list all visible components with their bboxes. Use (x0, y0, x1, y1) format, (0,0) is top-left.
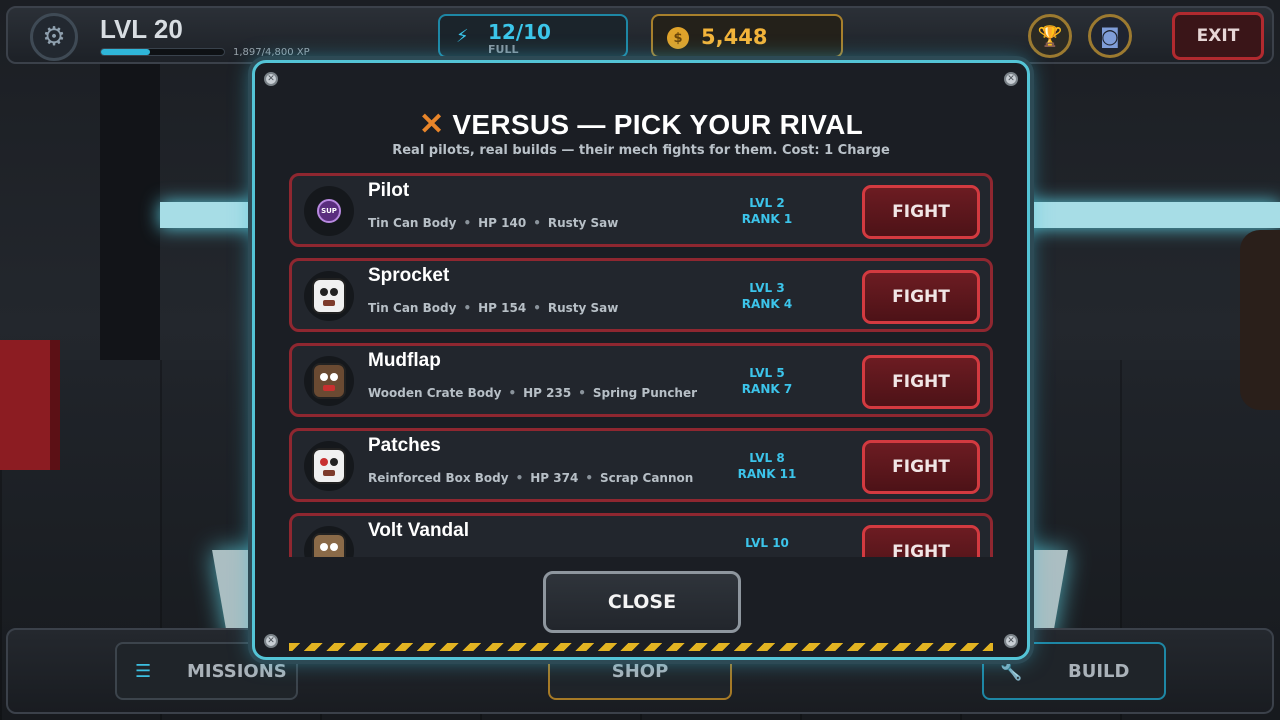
gear-icon: ⚙ (42, 22, 66, 52)
robot-avatar-icon (312, 533, 346, 557)
rival-level-rank: LVL 8 RANK 11 (722, 450, 812, 482)
rival-weapon: Scrap Cannon (599, 471, 694, 485)
screw-icon: ✕ (1004, 634, 1018, 648)
nav-tab-missions-label: MISSIONS (187, 660, 287, 682)
trophy-icon: 🏆 (1037, 24, 1063, 48)
rival-hp: HP 235 (523, 386, 572, 400)
robot-avatar-icon (312, 448, 346, 484)
xp-text: 1,897/4,800 XP (233, 47, 310, 58)
coin-counter[interactable]: $ 5,448 (651, 14, 843, 58)
modal-title-text: VERSUS — PICK YOUR RIVAL (452, 108, 864, 140)
rival-body: Wooden Crate Body (368, 386, 502, 400)
coin-icon: $ (667, 27, 689, 49)
rival-hp: HP 374 (530, 471, 579, 485)
player-level: LVL 20 (100, 14, 183, 44)
rival-list[interactable]: SUP Pilot Tin Can Body • HP 140 • Rusty Saw … (289, 173, 997, 557)
xp-progress-bar (100, 48, 225, 56)
nav-tab-shop-label: SHOP (611, 660, 669, 682)
rival-level-rank: LVL 3 RANK 4 (722, 280, 812, 312)
rival-weapon: Rusty Saw (547, 301, 619, 315)
exit-button[interactable]: EXIT (1172, 12, 1264, 60)
rival-level-rank: LVL 10 (722, 535, 812, 551)
wrench-icon: 🔧 (1000, 660, 1023, 682)
rival-stats: Tin Can Body • HP 154 • Rusty Saw (368, 301, 619, 315)
rival-row: SUP Pilot Tin Can Body • HP 140 • Rusty Saw … (289, 173, 993, 247)
rival-avatar (304, 356, 354, 406)
modal-subtitle: Real pilots, real builds — their mech fi… (392, 143, 890, 158)
rival-rank: RANK 1 (741, 212, 793, 226)
arena-light-right (1020, 202, 1280, 228)
rival-rank: RANK 4 (741, 297, 793, 311)
robot-avatar-icon (312, 363, 346, 399)
rival-name: Pilot (368, 180, 410, 201)
xp-progress-fill (101, 49, 150, 55)
fight-button[interactable]: FIGHT (862, 440, 980, 494)
coin-value: 5,448 (701, 25, 768, 49)
rival-body: Tin Can Body (368, 216, 457, 230)
lightning-icon: ⚡ (456, 26, 469, 47)
rival-name: Volt Vandal (368, 520, 470, 541)
arena-red-block (0, 340, 60, 470)
arena-barrel (1240, 230, 1280, 410)
fight-button[interactable]: FIGHT (862, 270, 980, 324)
rival-level: LVL 5 (749, 366, 785, 380)
rival-level-rank: LVL 5 RANK 7 (722, 365, 812, 397)
energy-status: FULL (488, 43, 519, 56)
rival-hp: HP 154 (478, 301, 527, 315)
versus-modal: ✕ ✕ ✕ ✕ ✕ VERSUS — PICK YOUR RIVAL Real … (252, 60, 1030, 660)
energy-counter[interactable]: ⚡ 12/10 FULL (438, 14, 628, 58)
crossed-swords-icon: ✕ (418, 108, 445, 141)
rival-hp: HP 140 (478, 216, 527, 230)
rival-level: LVL 10 (745, 536, 789, 550)
rival-level: LVL 8 (749, 451, 785, 465)
rival-row: Sprocket Tin Can Body • HP 154 • Rusty Saw L… (289, 258, 993, 332)
arena-pillar (100, 60, 160, 360)
arena-light-left (160, 202, 260, 228)
robot-avatar-icon (312, 278, 346, 314)
rival-body: Reinforced Box Body (368, 471, 509, 485)
screw-icon: ✕ (264, 72, 278, 86)
hazard-stripe (289, 643, 993, 651)
robot-profile-button[interactable]: ◙ (1088, 14, 1132, 58)
rival-row: Mudflap Wooden Crate Body • HP 235 • Spring … (289, 343, 993, 417)
energy-value: 12/10 (488, 20, 551, 44)
screw-icon: ✕ (264, 634, 278, 648)
rival-level: LVL 3 (749, 281, 785, 295)
rival-rank: RANK 7 (741, 382, 793, 396)
clipboard-icon: ☰ (135, 660, 152, 682)
rival-name: Mudflap (368, 350, 441, 371)
rival-name: Patches (368, 435, 441, 456)
screw-icon: ✕ (1004, 72, 1018, 86)
rival-body: Tin Can Body (368, 301, 457, 315)
rival-avatar: SUP (304, 186, 354, 236)
trophy-button[interactable]: 🏆 (1028, 14, 1072, 58)
rival-avatar (304, 271, 354, 321)
rival-name: Sprocket (368, 265, 450, 286)
rival-level-rank: LVL 2 RANK 1 (722, 195, 812, 227)
rival-weapon: Rusty Saw (547, 216, 619, 230)
settings-button[interactable]: ⚙ (30, 13, 78, 61)
close-button[interactable]: CLOSE (543, 571, 741, 633)
rival-weapon: Spring Puncher (592, 386, 698, 400)
nav-tab-build-label: BUILD (1068, 660, 1130, 682)
fight-button[interactable]: FIGHT (862, 355, 980, 409)
fight-button[interactable]: FIGHT (862, 525, 980, 557)
rival-level: LVL 2 (749, 196, 785, 210)
robot-icon: ◙ (1100, 24, 1120, 48)
rival-row: Patches Reinforced Box Body • HP 374 • Scrap… (289, 428, 993, 502)
sup-badge-icon: SUP (317, 199, 341, 223)
rival-stats: Tin Can Body • HP 140 • Rusty Saw (368, 216, 619, 230)
rival-avatar (304, 526, 354, 557)
rival-stats: Wooden Crate Body • HP 235 • Spring Puncher (368, 386, 698, 400)
rival-stats: Reinforced Box Body • HP 374 • Scrap Cannon (368, 471, 694, 485)
modal-title: ✕ VERSUS — PICK YOUR RIVAL (255, 107, 1027, 142)
rival-rank: RANK 11 (737, 467, 797, 481)
rival-avatar (304, 441, 354, 491)
rival-row: Volt Vandal LVL 10 FIGHT (289, 513, 993, 557)
fight-button[interactable]: FIGHT (862, 185, 980, 239)
